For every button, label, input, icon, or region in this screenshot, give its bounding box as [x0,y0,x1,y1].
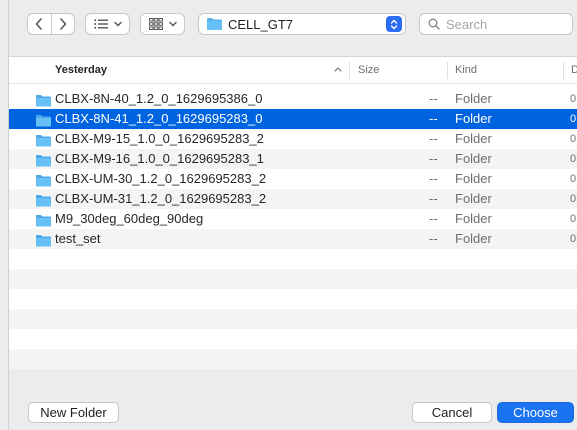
empty-row [9,249,577,269]
file-name: CLBX-UM-30_1.2_0_1629695283_2 [55,171,267,186]
file-rows: CLBX-8N-40_1.2_0_1629695386_0 -- Folder 0 CL… [9,84,577,369]
up-down-chevron-icon [390,19,398,29]
column-kind-header[interactable]: Kind [455,64,477,76]
empty-row [9,309,577,329]
file-row[interactable]: CLBX-UM-31_1.2_0_1629695283_2 -- Folder 0 [9,189,577,209]
file-kind: Folder [455,111,492,126]
forward-button[interactable] [50,14,75,34]
file-name: test_set [55,231,101,246]
file-row[interactable]: M9_30deg_60deg_90deg -- Folder 0 [9,209,577,229]
empty-row [9,269,577,289]
file-list: Yesterday Size Kind D CLBX-8N-40_1.2_0_1… [9,56,577,369]
file-date: 0 [570,193,577,205]
file-date: 0 [570,233,577,245]
file-kind: Folder [455,131,492,146]
column-separator[interactable] [563,62,564,79]
file-size: -- [429,171,438,186]
file-row[interactable]: CLBX-UM-30_1.2_0_1629695283_2 -- Folder 0 [9,169,577,189]
grid-icon [148,18,163,30]
toolbar: CELL_GT7 [9,0,577,48]
file-row[interactable]: CLBX-M9-16_1.0_0_1629695283_1 -- Folder 0 [9,149,577,169]
choose-button[interactable]: Choose [497,402,574,423]
file-name: CLBX-8N-41_1.2_0_1629695283_0 [55,111,263,126]
chevron-left-icon [35,18,43,30]
file-date: 0 [570,113,577,125]
file-kind: Folder [455,91,492,106]
chevron-down-icon [113,21,122,27]
column-date-header[interactable]: D [571,64,577,76]
file-size: -- [429,111,438,126]
list-view-button[interactable] [85,13,130,35]
file-kind: Folder [455,151,492,166]
column-header: Yesterday Size Kind D [9,57,577,84]
file-row[interactable]: test_set -- Folder 0 [9,229,577,249]
file-name: CLBX-M9-16_1.0_0_1629695283_1 [55,151,264,166]
file-kind: Folder [455,231,492,246]
search-field[interactable] [419,13,573,35]
column-separator[interactable] [447,62,448,79]
file-row[interactable]: CLBX-8N-41_1.2_0_1629695283_0 -- Folder 0 [9,109,577,129]
empty-row [9,289,577,309]
file-size: -- [429,151,438,166]
search-icon [428,18,440,30]
empty-row [9,349,577,369]
search-input[interactable] [446,16,566,32]
file-name: CLBX-UM-31_1.2_0_1629695283_2 [55,191,267,206]
current-folder-label: CELL_GT7 [228,17,294,32]
file-row[interactable]: CLBX-8N-40_1.2_0_1629695386_0 -- Folder 0 [9,89,577,109]
file-kind: Folder [455,171,492,186]
navigation-buttons [27,13,75,35]
empty-row [9,329,577,349]
file-date: 0 [570,173,577,185]
file-name: M9_30deg_60deg_90deg [55,211,204,226]
sort-chevron-up-icon [334,67,342,72]
location-popup[interactable]: CELL_GT7 [198,13,406,35]
file-date: 0 [570,153,577,165]
file-date: 0 [570,93,577,105]
grid-view-button[interactable] [140,13,185,35]
new-folder-button[interactable]: New Folder [28,402,119,423]
location-stepper[interactable] [386,16,402,32]
file-kind: Folder [455,211,492,226]
chevron-right-icon [59,18,67,30]
file-size: -- [429,231,438,246]
file-size: -- [429,191,438,206]
column-name-header[interactable]: Yesterday [55,64,107,76]
folder-icon [207,18,222,30]
chevron-down-icon [168,21,177,27]
file-date: 0 [570,213,577,225]
file-dialog: CELL_GT7 Yesterday Size Kind [8,0,577,430]
list-icon [93,19,108,29]
file-size: -- [429,211,438,226]
file-size: -- [429,91,438,106]
file-name: CLBX-M9-15_1.0_0_1629695283_2 [55,131,264,146]
column-separator[interactable] [349,62,350,79]
file-name: CLBX-8N-40_1.2_0_1629695386_0 [55,91,263,106]
cancel-button[interactable]: Cancel [412,402,492,423]
file-kind: Folder [455,191,492,206]
column-size-header[interactable]: Size [358,64,379,76]
file-date: 0 [570,133,577,145]
file-size: -- [429,131,438,146]
file-row[interactable]: CLBX-M9-15_1.0_0_1629695283_2 -- Folder 0 [9,129,577,149]
back-button[interactable] [28,14,51,34]
